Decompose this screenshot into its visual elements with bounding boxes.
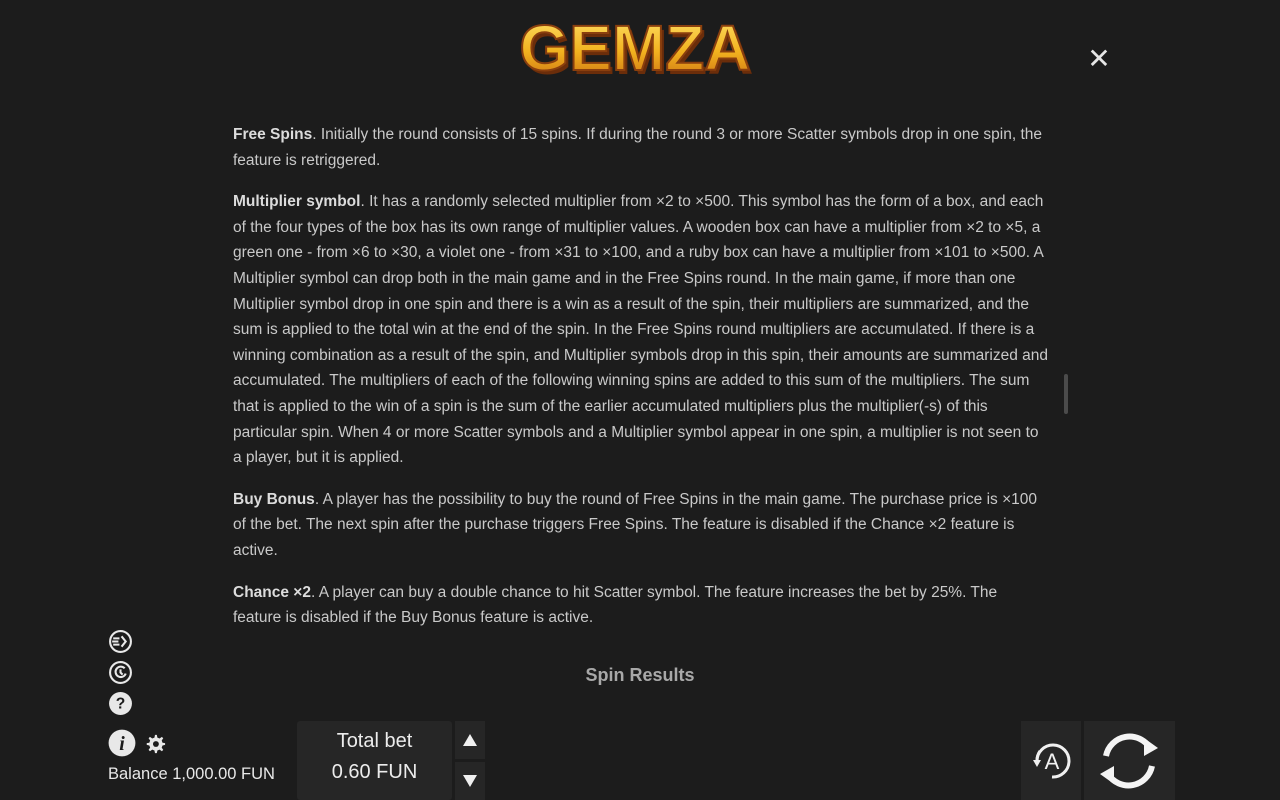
autoplay-label: A	[1045, 749, 1060, 774]
svg-text:i: i	[119, 733, 125, 755]
rule-chance: Chance ×2. A player can buy a double cha…	[233, 580, 1048, 631]
history-icon[interactable]	[108, 660, 133, 685]
info-icon[interactable]: i	[108, 729, 136, 757]
rule-title: Chance ×2	[233, 583, 311, 601]
gear-icon[interactable]	[144, 733, 166, 755]
help-icon[interactable]: ?	[108, 691, 133, 716]
gemza-logo: GEMZA GEMZA	[518, 11, 753, 84]
balance-display: Balance 1,000.00 FUN	[108, 765, 275, 783]
bet-up-icon	[463, 734, 477, 746]
section-title: Spin Results	[585, 665, 695, 685]
turbo-icon[interactable]	[108, 629, 133, 654]
total-bet-value: 0.60 FUN	[331, 761, 418, 783]
autoplay-button[interactable]: A	[1021, 721, 1081, 800]
bet-down-icon	[463, 775, 477, 787]
autoplay-icon: A	[1033, 743, 1071, 779]
rule-text: . Initially the round consists of 15 spi…	[233, 126, 1042, 169]
svg-text:?: ?	[116, 696, 126, 713]
total-bet-panel: Total bet 0.60 FUN	[297, 721, 452, 800]
rule-title: Free Spins	[233, 126, 313, 143]
bet-decrease-button[interactable]	[455, 762, 485, 800]
bet-increase-button[interactable]	[455, 721, 485, 759]
rule-title: Multiplier symbol	[233, 193, 361, 211]
rule-buy-bonus: Buy Bonus. A player has the possibility …	[233, 487, 1048, 564]
logo-text: GEMZA	[519, 12, 750, 84]
spin-button[interactable]	[1084, 721, 1175, 800]
rule-text: . It has a randomly selected multiplier …	[233, 193, 1049, 467]
scrollbar[interactable]	[1064, 374, 1068, 414]
spin-icon	[1100, 733, 1158, 789]
rule-text: . A player has the possibility to buy th…	[233, 490, 1037, 559]
rule-title: Buy Bonus	[233, 490, 315, 508]
rule-multiplier: Multiplier symbol. It has a randomly sel…	[233, 189, 1048, 471]
rules-content: Free Spins. Initially the round consists…	[233, 122, 1048, 647]
rule-free-spins: Free Spins. Initially the round consists…	[233, 122, 1048, 173]
total-bet-label: Total bet	[336, 730, 413, 752]
close-icon[interactable]: ✕	[1086, 45, 1112, 73]
rule-text: . A player can buy a double chance to hi…	[233, 583, 998, 627]
